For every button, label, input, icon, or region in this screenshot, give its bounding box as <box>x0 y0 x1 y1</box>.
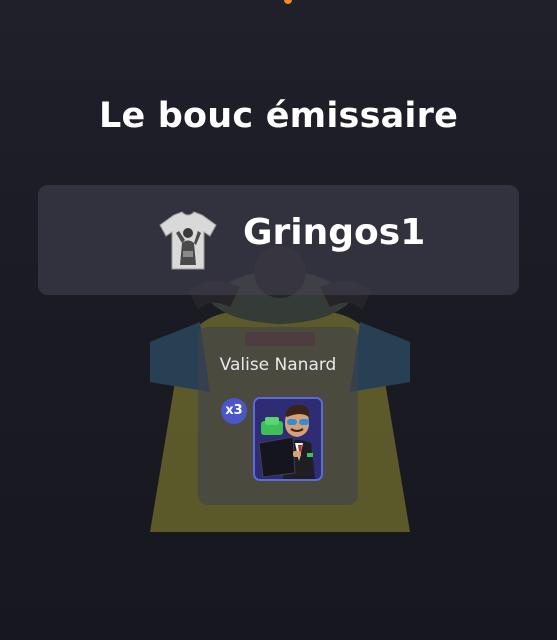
player-name: Gringos1 <box>243 212 426 253</box>
item-name: Valise Nanard <box>219 355 337 375</box>
item-count-badge: x3 <box>221 398 247 424</box>
player-card: Gringos1 <box>38 185 519 295</box>
jersey-avatar-icon <box>159 211 217 270</box>
top-indicator-dot <box>284 0 292 4</box>
page-title: Le bouc émissaire <box>98 96 459 136</box>
suitcase-character-icon <box>255 399 321 479</box>
item-image[interactable] <box>253 397 323 481</box>
item-card[interactable]: Valise Nanard x3 <box>198 327 358 505</box>
